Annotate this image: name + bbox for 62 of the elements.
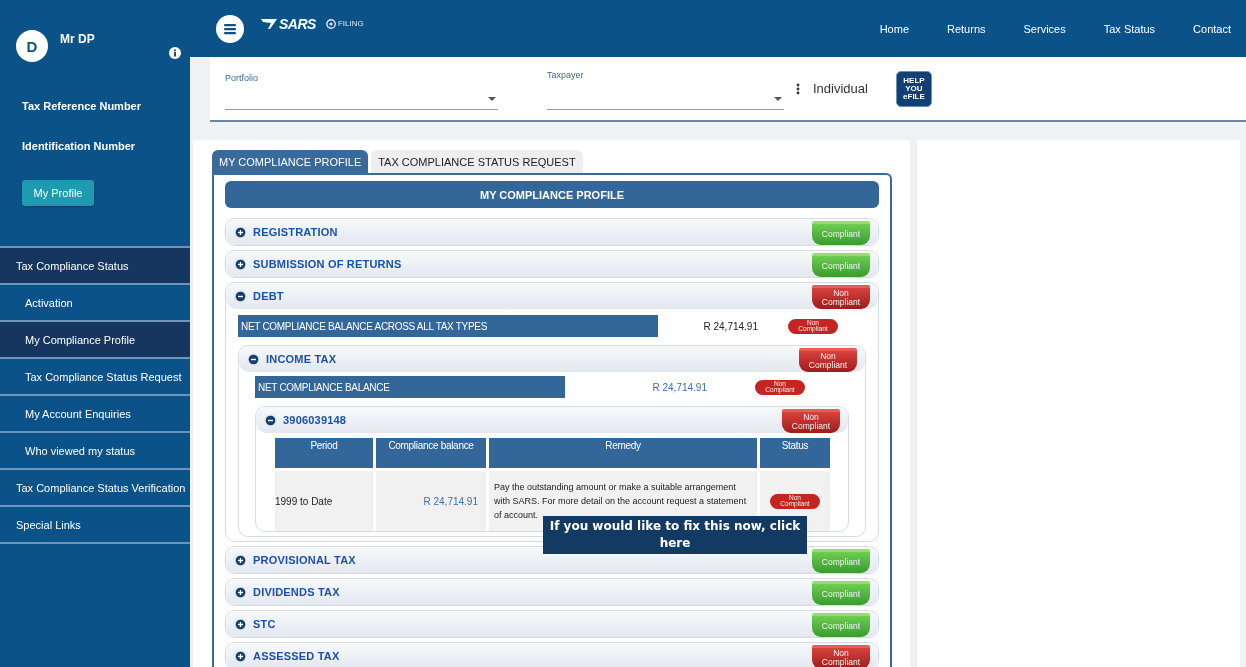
accordion-header[interactable]: DIVIDENDS TAX Compliant xyxy=(226,579,878,605)
user-name: Mr DP xyxy=(60,32,95,46)
section-heading: DEBT xyxy=(253,290,284,302)
balance-amount: R 24,714.91 xyxy=(651,381,708,393)
menu-item[interactable]: Tax Compliance Status xyxy=(0,248,190,285)
product-name: FILING xyxy=(337,19,364,28)
status-badge: Non Compliant xyxy=(799,347,857,372)
column-header: Period xyxy=(275,438,373,468)
arrow-mark-icon xyxy=(261,18,277,29)
section-heading: PROVISIONAL TAX xyxy=(253,554,356,566)
balance-bar: NET COMPLIANCE BALANCE ACROSS ALL TAX TYPES xyxy=(238,315,658,337)
section-heading: STC xyxy=(253,618,276,630)
accordion-header[interactable]: STC Compliant xyxy=(226,611,878,637)
accordion-header[interactable]: 3906039148 Non Compliant xyxy=(256,407,848,433)
balance-amount: R 24,714.91 xyxy=(702,320,759,332)
dropdown-field[interactable]: Portfolio xyxy=(225,67,498,110)
nav-link[interactable]: Tax Status xyxy=(1075,22,1166,35)
field-label: Tax Reference Number xyxy=(21,100,142,112)
avatar: D xyxy=(16,30,48,62)
column-header: Status xyxy=(760,438,830,468)
info-icon xyxy=(168,47,181,59)
section-heading: REGISTRATION xyxy=(253,226,338,238)
accordion-header[interactable]: DEBT Non Compliant xyxy=(226,283,878,309)
accordion-header[interactable]: REGISTRATION Compliant xyxy=(226,219,878,245)
status-badge: Compliant xyxy=(812,252,870,277)
brand-name: SARS xyxy=(279,15,316,32)
nav-link[interactable]: Home xyxy=(879,22,919,35)
more-options-icon xyxy=(796,82,800,95)
menu-icon[interactable] xyxy=(216,14,244,43)
fix-tooltip[interactable]: If you would like to fix this now, click here xyxy=(543,516,807,554)
circle-icon xyxy=(325,18,336,29)
status-badge: Non Compliant xyxy=(812,284,870,309)
status-badge: Non Compliant xyxy=(812,644,870,667)
accordion-header[interactable]: SUBMISSION OF RETURNS Compliant xyxy=(226,251,878,277)
accordion-header[interactable]: INCOME TAX Non Compliant xyxy=(239,346,865,372)
section-heading: DIVIDENDS TAX xyxy=(253,586,340,598)
status-badge: Non Compliant xyxy=(782,408,840,433)
accordion-header[interactable]: ASSESSED TAX Non Compliant xyxy=(226,643,878,667)
section-heading: 3906039148 xyxy=(283,414,347,426)
status-badge: Compliant xyxy=(812,580,870,605)
status-badge: Compliant xyxy=(812,548,870,573)
balance-bar: NET COMPLIANCE BALANCE xyxy=(255,376,565,398)
column-header: Remedy xyxy=(489,438,757,468)
section-heading: SUBMISSION OF RETURNS xyxy=(253,258,402,270)
help-badge[interactable]: HELP YOU eFILE xyxy=(895,70,932,107)
nav-link[interactable]: Contact xyxy=(1165,22,1241,35)
nav-link[interactable]: Services xyxy=(995,22,1076,35)
section-title: MY COMPLIANCE PROFILE xyxy=(225,181,879,208)
column-header: Compliance balance xyxy=(376,438,486,468)
menu-item[interactable]: My Compliance Profile xyxy=(0,322,190,359)
tab[interactable]: MY COMPLIANCE PROFILE xyxy=(212,150,369,173)
status-badge: Compliant xyxy=(812,220,870,245)
table-cell: R 24,714.91 xyxy=(376,471,486,531)
field-label: Identification Number xyxy=(21,140,137,152)
taxpayer-type: Individual xyxy=(813,81,868,96)
status-badge: Compliant xyxy=(812,612,870,637)
tab[interactable]: TAX COMPLIANCE STATUS REQUEST xyxy=(371,150,583,173)
section-heading: ASSESSED TAX xyxy=(253,650,340,662)
table-cell: 1999 to Date xyxy=(275,471,373,531)
section-heading: INCOME TAX xyxy=(266,353,337,365)
dropdown-field[interactable]: Taxpayer xyxy=(547,67,784,110)
nav-link[interactable]: Returns xyxy=(919,22,996,35)
